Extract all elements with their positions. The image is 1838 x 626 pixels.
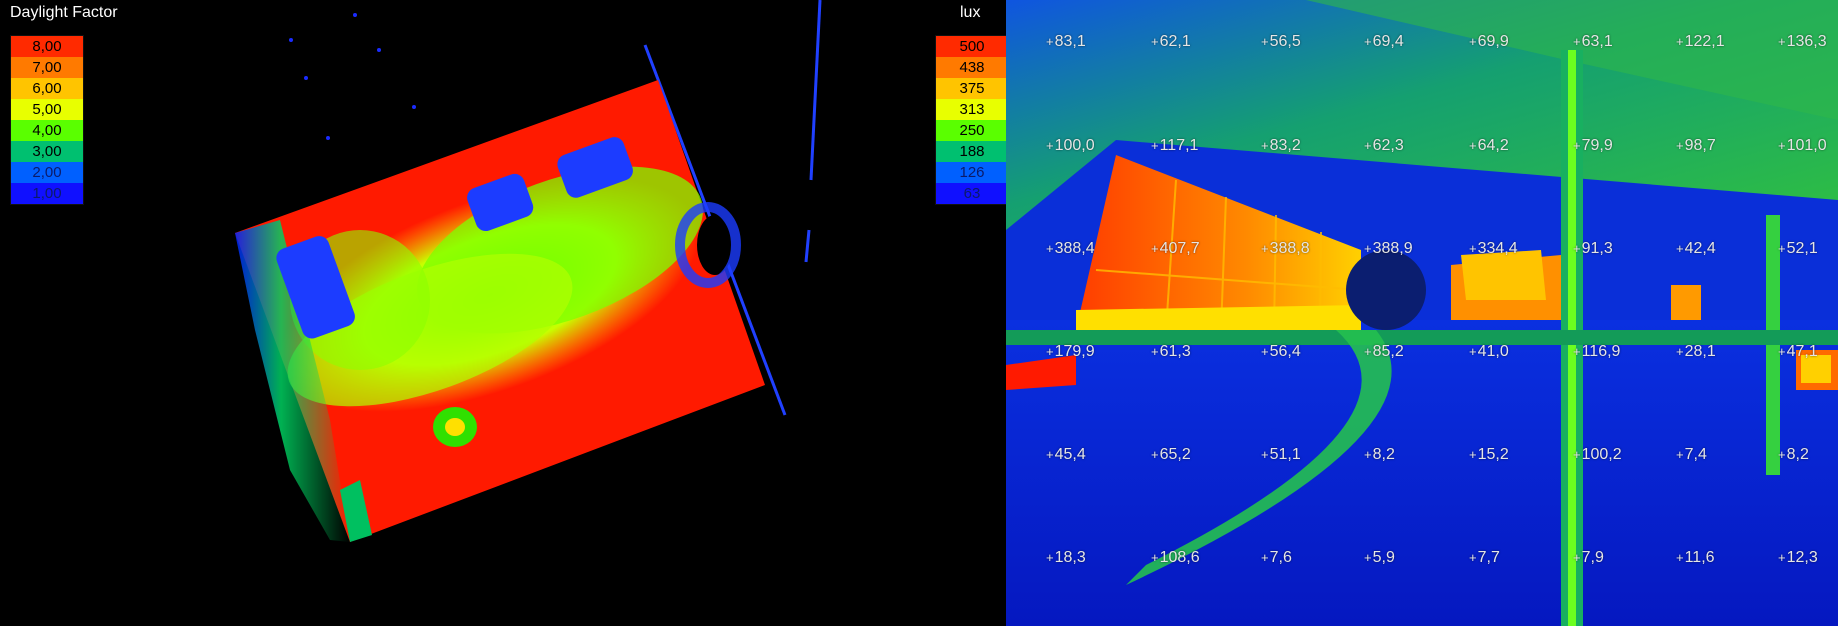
legend-entry: 313 (936, 99, 1006, 120)
lux-reading: +116,9 (1573, 343, 1621, 360)
legend-entry: 1,00 (11, 183, 83, 204)
legend-entry: 63 (936, 183, 1006, 204)
lux-reading: +65,2 (1151, 446, 1191, 463)
lux-reading: +12,3 (1778, 549, 1818, 566)
lux-reading: +388,4 (1046, 240, 1095, 257)
lux-reading: +18,3 (1046, 549, 1086, 566)
lux-reading: +62,1 (1151, 33, 1191, 50)
legend-entry: 126 (936, 162, 1006, 183)
legend-entry: 4,00 (11, 120, 83, 141)
lux-reading: +5,9 (1364, 549, 1395, 566)
legend-entry: 5,00 (11, 99, 83, 120)
legend-entry: 188 (936, 141, 1006, 162)
lux-reading: +69,4 (1364, 33, 1404, 50)
lux-reading: +83,2 (1261, 137, 1301, 154)
lux-reading: +15,2 (1469, 446, 1509, 463)
legend-entry: 7,00 (11, 57, 83, 78)
lux-reading: +7,7 (1469, 549, 1500, 566)
lux-reading: +100,0 (1046, 137, 1095, 154)
lux-reading: +64,2 (1469, 137, 1509, 154)
lux-reading: +7,4 (1676, 446, 1707, 463)
lux-reading: +61,3 (1151, 343, 1191, 360)
lux-reading: +85,2 (1364, 343, 1404, 360)
lux-reading: +69,9 (1469, 33, 1509, 50)
lux-reading: +122,1 (1676, 33, 1725, 50)
lux-reading: +388,9 (1364, 240, 1413, 257)
legend-entry: 500 (936, 36, 1006, 57)
legend-entry: 2,00 (11, 162, 83, 183)
lux-reading: +7,6 (1261, 549, 1292, 566)
lux-reading: +79,9 (1573, 137, 1613, 154)
lux-reading: +28,1 (1676, 343, 1716, 360)
lux-reading: +100,2 (1573, 446, 1622, 463)
daylight-factor-plan-image (235, 0, 822, 542)
lux-reading: +8,2 (1364, 446, 1395, 463)
daylight-factor-panel: Daylight Factor 8,00 7,00 6,00 5,00 4,00… (0, 0, 1006, 626)
legend-entry: 3,00 (11, 141, 83, 162)
legend-entry: 438 (936, 57, 1006, 78)
legend-title-lux: lux (960, 4, 981, 21)
daylight-factor-legend: 8,00 7,00 6,00 5,00 4,00 3,00 2,00 1,00 (10, 35, 84, 205)
lux-reading: +11,6 (1676, 549, 1715, 566)
legend-entry: 6,00 (11, 78, 83, 99)
illuminance-panel: +83,1 +62,1 +56,5 +69,4 +69,9 +63,1 +122… (1006, 0, 1838, 626)
lux-reading: +45,4 (1046, 446, 1086, 463)
legend-entry: 250 (936, 120, 1006, 141)
lux-reading: +52,1 (1778, 240, 1818, 257)
lux-reading: +62,3 (1364, 137, 1404, 154)
lux-reading: +101,0 (1778, 137, 1827, 154)
lux-legend: 500 438 375 313 250 188 126 63 (935, 35, 1006, 205)
lux-reading: +56,4 (1261, 343, 1301, 360)
lux-reading: +41,0 (1469, 343, 1509, 360)
lux-reading: +388,8 (1261, 240, 1310, 257)
lux-reading: +98,7 (1676, 137, 1716, 154)
lux-reading: +179,9 (1046, 343, 1095, 360)
lux-reading: +136,3 (1778, 33, 1827, 50)
legend-entry: 8,00 (11, 36, 83, 57)
lux-reading: +83,1 (1046, 33, 1086, 50)
lux-reading: +51,1 (1261, 446, 1301, 463)
legend-entry: 375 (936, 78, 1006, 99)
lux-reading: +91,3 (1573, 240, 1613, 257)
lux-reading: +56,5 (1261, 33, 1301, 50)
lux-reading: +63,1 (1573, 33, 1613, 50)
lux-reading: +42,4 (1676, 240, 1716, 257)
lux-reading: +108,6 (1151, 549, 1200, 566)
illuminance-render-image (1006, 0, 1838, 626)
lux-reading: +8,2 (1778, 446, 1809, 463)
lux-reading: +47,1 (1778, 343, 1818, 360)
lux-reading: +407,7 (1151, 240, 1200, 257)
lux-reading: +117,1 (1151, 137, 1199, 154)
lux-reading: +7,9 (1573, 549, 1604, 566)
lux-reading: +334,4 (1469, 240, 1518, 257)
legend-title-daylight-factor: Daylight Factor (10, 4, 118, 21)
